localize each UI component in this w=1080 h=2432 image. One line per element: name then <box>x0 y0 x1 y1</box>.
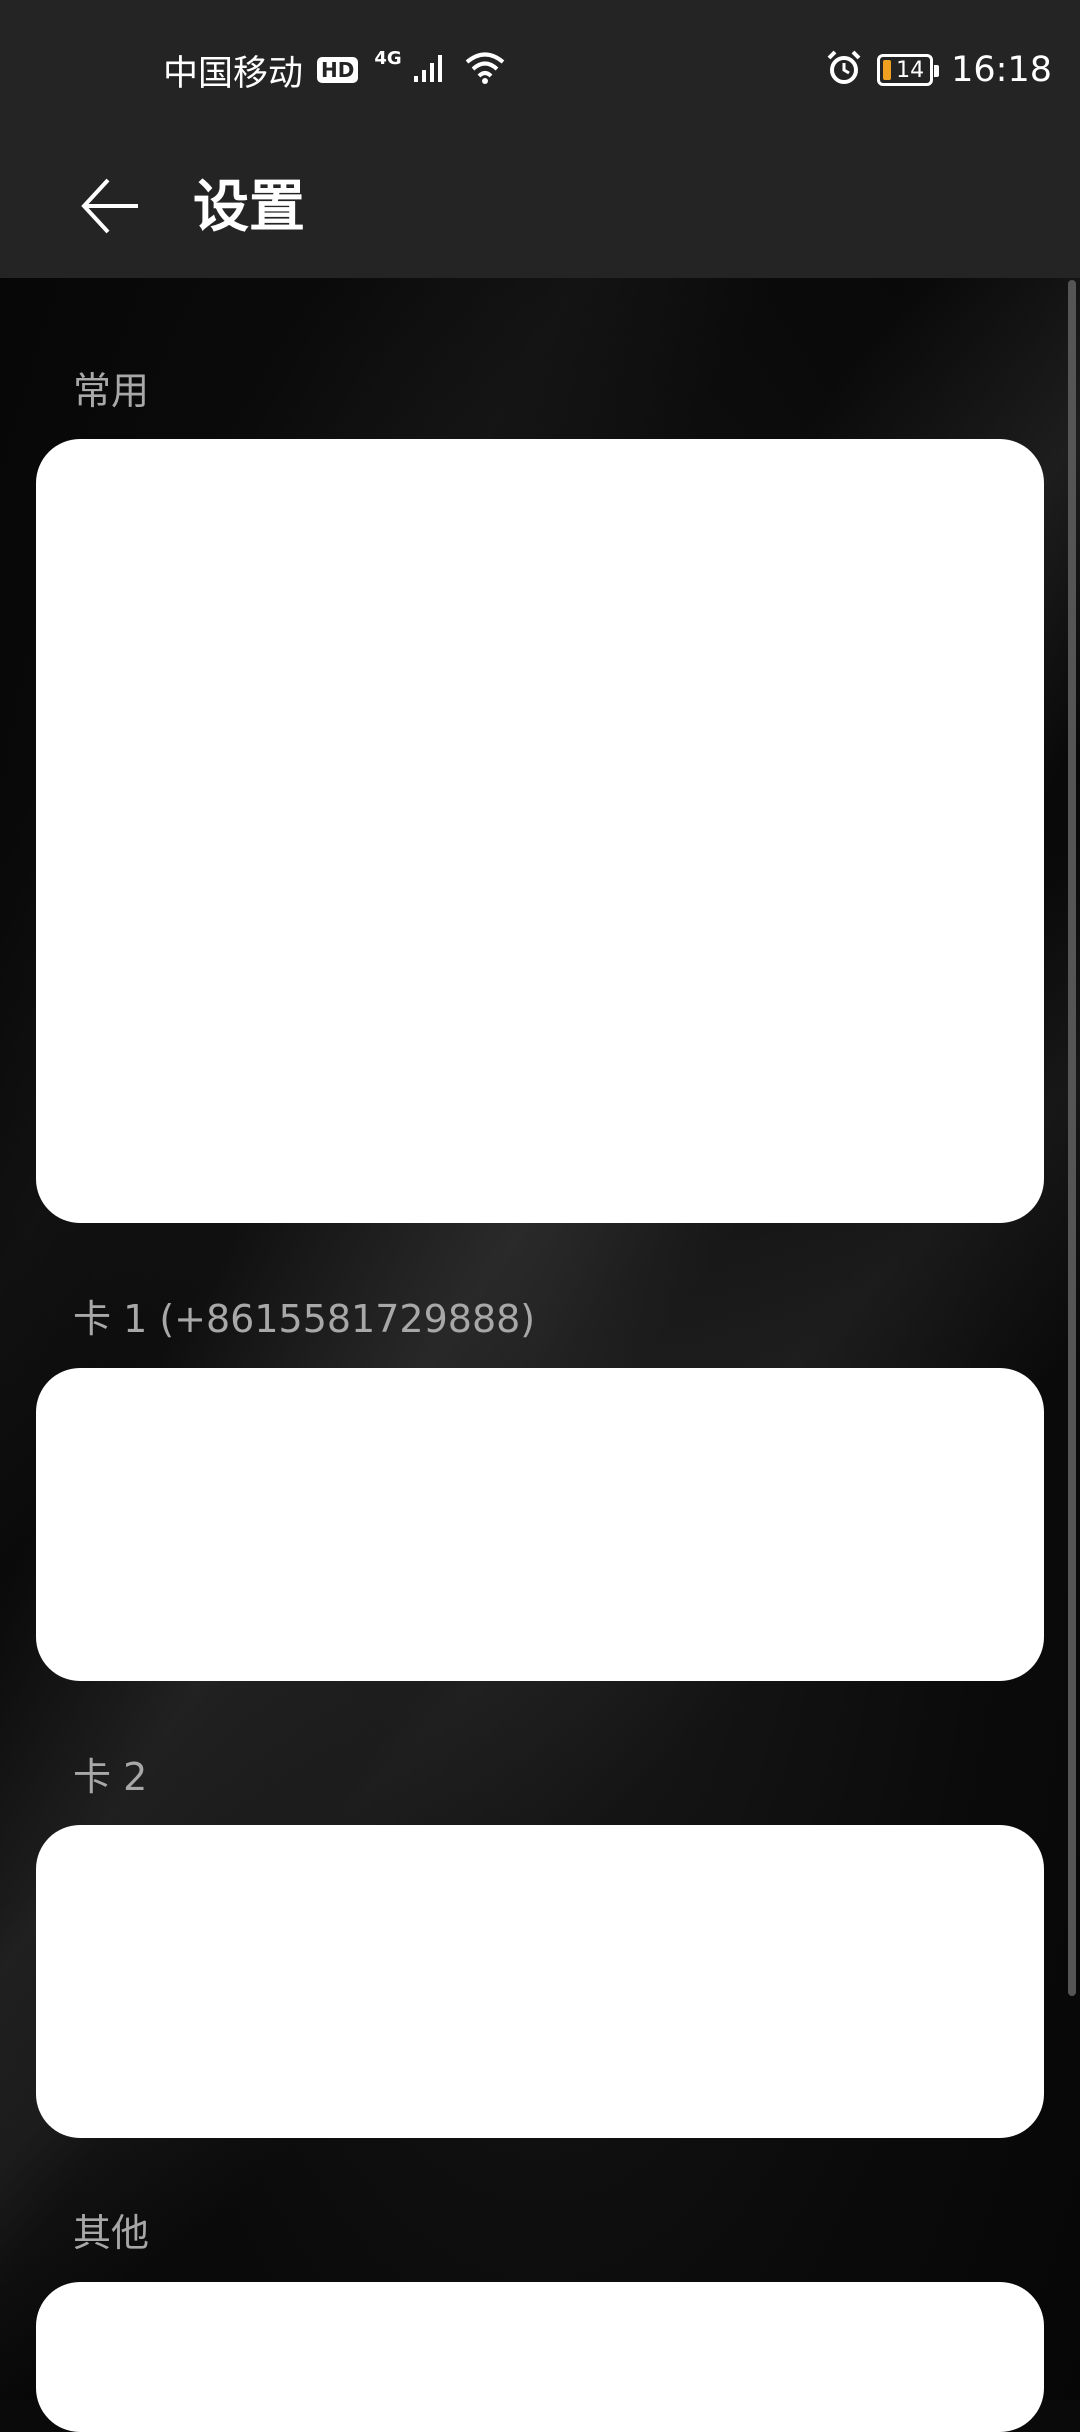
wifi-icon <box>464 51 506 89</box>
settings-card-other[interactable] <box>36 2282 1044 2432</box>
clock-time: 16:18 <box>951 50 1052 90</box>
section-label-common: 常用 <box>73 369 150 413</box>
section-label-other: 其他 <box>73 2211 150 2255</box>
scrollbar[interactable] <box>1068 280 1076 1996</box>
carrier-name: 中国移动 <box>163 53 304 94</box>
network-type-label: 4G <box>374 47 402 69</box>
alarm-icon <box>825 49 863 91</box>
battery-level-text: 14 <box>896 57 925 83</box>
battery-level-fill <box>883 60 892 80</box>
signal-icon <box>412 52 446 88</box>
status-bar: 中国移动 HD 4G 14 16:18 <box>0 0 1080 138</box>
settings-card-common[interactable] <box>36 439 1044 1223</box>
back-button[interactable] <box>60 158 160 258</box>
settings-card-sim2[interactable] <box>36 1825 1044 2138</box>
app-bar: 设置 <box>0 138 1080 278</box>
settings-card-sim1[interactable] <box>36 1368 1044 1681</box>
page-title: 设置 <box>193 175 305 240</box>
hd-badge: HD <box>317 57 359 83</box>
section-label-sim1: 卡 1 (+8615581729888) <box>73 1297 536 1341</box>
arrow-left-icon <box>78 174 142 242</box>
battery-icon: 14 <box>877 54 940 86</box>
section-label-sim2: 卡 2 <box>73 1755 148 1799</box>
